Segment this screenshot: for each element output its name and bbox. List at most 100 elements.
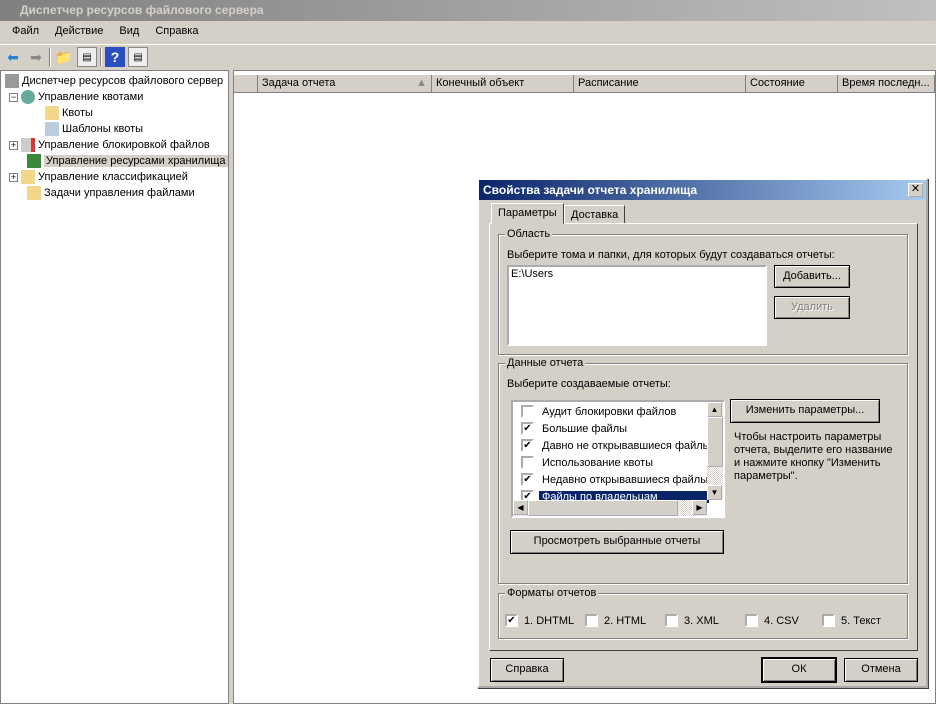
tree-quotas[interactable]: Квоты [45,105,93,121]
help-icon[interactable]: ? [105,47,125,67]
report-data-group: Данные отчета Выберите создаваемые отчет… [498,357,908,584]
report-formats-group: Форматы отчетов ✔ 1. DHTML 2. HTML 3. XML 4.… [498,587,908,639]
tree-file-management-tasks[interactable]: Задачи управления файлами [27,185,195,201]
storage-report-icon [27,154,41,168]
format-label: 2. HTML [604,614,647,627]
folder-item[interactable]: E:\Users [511,268,763,280]
classification-icon [21,170,35,184]
ok-button[interactable]: ОК [762,658,836,682]
collapse-icon[interactable]: − [9,92,18,102]
sort-icon: ▲ [416,77,427,89]
report-checkbox[interactable]: ✔ [521,422,534,435]
report-item-label: Недавно открывавшиеся файлы [542,473,709,486]
storage-report-properties-dialog: Свойства задачи отчета хранилища ✕ Парам… [477,178,928,688]
add-button[interactable]: Добавить... [774,265,850,288]
menu-help[interactable]: Справка [147,25,206,39]
vertical-scrollbar[interactable]: ▲ ▼ [707,402,723,500]
cancel-button[interactable]: Отмена [844,658,918,682]
tree-quota-management[interactable]: − Управление квотами [9,89,143,105]
report-item[interactable]: ✔ Недавно открывавшиеся файлы [515,471,709,488]
format-option[interactable]: 4. CSV [745,614,799,627]
format-checkbox[interactable] [745,614,758,627]
column-header-task[interactable]: Задача отчета ▲ [258,75,432,93]
forward-icon[interactable]: ➡ [26,47,46,67]
scope-group: Область Выберите тома и папки, для котор… [498,228,908,355]
quota-icon [21,90,35,104]
report-data-label: Данные отчета [505,357,586,369]
format-option[interactable]: ✔ 1. DHTML [505,614,574,627]
report-item-label: Аудит блокировки файлов [542,405,677,418]
column-header-schedule[interactable]: Расписание [574,75,746,93]
menu-bar: Файл Действие Вид Справка [0,21,936,43]
scope-prompt: Выберите тома и папки, для которых будут… [507,249,835,261]
report-item[interactable]: Аудит блокировки файлов [515,403,709,420]
format-label: 4. CSV [764,614,799,627]
tree-storage-reports[interactable]: Управление ресурсами хранилища [27,153,228,169]
toolbar-separator [100,48,102,66]
menu-view[interactable]: Вид [111,25,147,39]
menu-file[interactable]: Файл [4,25,47,39]
formats-label: Форматы отчетов [505,587,599,599]
report-list[interactable]: Аудит блокировки файлов ✔ Большие файлы ✔ Да… [511,400,725,518]
format-checkbox[interactable] [665,614,678,627]
view-selected-reports-button[interactable]: Просмотреть выбранные отчеты [510,530,724,554]
tree-quota-templates[interactable]: Шаблоны квоты [45,121,143,137]
column-header-blank[interactable] [234,75,258,93]
scroll-right-button[interactable]: ▶ [692,500,707,515]
format-option[interactable]: 5. Текст [822,614,881,627]
report-item[interactable]: Использование квоты [515,454,709,471]
report-checkbox[interactable] [521,456,534,469]
format-label: 1. DHTML [524,614,575,627]
report-item[interactable]: ✔ Давно не открывавшиеся файлы [515,437,711,454]
console-tree: Диспетчер ресурсов файлового сервер − Упр… [0,70,229,704]
edit-parameters-button[interactable]: Изменить параметры... [730,399,880,423]
format-checkbox[interactable] [822,614,835,627]
scroll-thumb[interactable] [707,417,723,467]
show-action-pane-icon[interactable]: ▤ [128,47,148,67]
format-checkbox[interactable]: ✔ [505,614,518,627]
horizontal-scrollbar[interactable]: ◀ ▶ [513,500,707,516]
template-icon [45,122,59,136]
back-icon[interactable]: ⬅ [3,47,23,67]
tab-parameters[interactable]: Параметры [491,203,564,224]
up-folder-icon[interactable]: 📁 [54,47,74,67]
report-item[interactable]: ✔ Большие файлы [515,420,709,437]
show-hide-tree-icon[interactable]: ▤ [77,47,97,67]
format-checkbox[interactable] [585,614,598,627]
file-block-icon [21,138,35,152]
h-scroll-thumb[interactable] [528,500,678,516]
report-item-label: Большие файлы [542,422,628,435]
report-checkbox[interactable]: ✔ [521,473,534,486]
folder-list[interactable]: E:\Users [507,265,767,346]
column-header-status[interactable]: Состояние [746,75,838,93]
format-label: 3. XML [684,614,719,627]
help-button[interactable]: Справка [490,658,564,682]
report-prompt: Выберите создаваемые отчеты: [507,378,671,390]
folder-task-icon [27,186,41,200]
tree-file-screening[interactable]: + Управление блокировкой файлов [9,137,210,153]
expand-icon[interactable]: + [9,172,18,182]
expand-icon[interactable]: + [9,140,18,150]
column-header-target[interactable]: Конечный объект [432,75,574,93]
scroll-left-button[interactable]: ◀ [513,500,528,515]
report-checkbox[interactable]: ✔ [521,439,534,452]
server-icon [5,74,19,88]
tree-classification[interactable]: + Управление классификацией [9,169,188,185]
scroll-up-button[interactable]: ▲ [707,402,722,417]
format-option[interactable]: 2. HTML [585,614,646,627]
tab-panel: Область Выберите тома и папки, для котор… [489,223,918,651]
tree-root[interactable]: Диспетчер ресурсов файлового сервер [5,73,223,89]
column-header-last-run[interactable]: Время последн... [838,75,935,93]
format-option[interactable]: 3. XML [665,614,719,627]
menu-action[interactable]: Действие [47,25,111,39]
report-item-label: Использование квоты [542,456,654,469]
dialog-title: Свойства задачи отчета хранилища [479,180,926,200]
report-checkbox[interactable] [521,405,534,418]
close-button[interactable]: ✕ [908,183,923,197]
remove-button[interactable]: Удалить [774,296,850,319]
tab-delivery[interactable]: Доставка [564,205,626,224]
folder-icon [45,106,59,120]
toolbar: ⬅ ➡ 📁 ▤ ? ▤ [0,44,936,69]
window-title: Диспетчер ресурсов файлового сервера [0,0,936,21]
scroll-down-button[interactable]: ▼ [707,485,722,500]
